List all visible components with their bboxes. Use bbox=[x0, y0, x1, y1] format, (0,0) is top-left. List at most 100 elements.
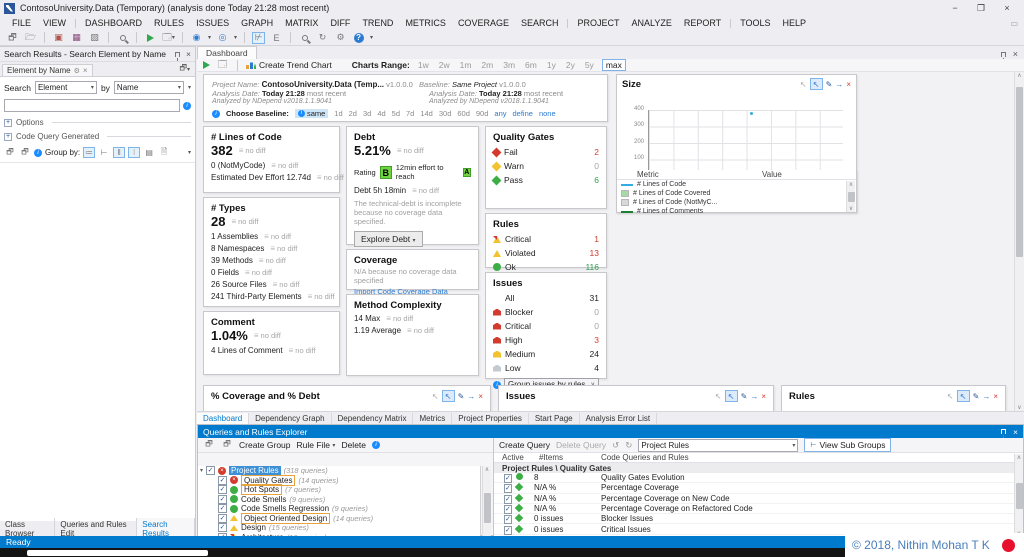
range-1w[interactable]: 1w bbox=[416, 60, 431, 70]
grid-scrollbar[interactable]: ∧∨ bbox=[1014, 454, 1023, 537]
baseline-option-none[interactable]: none bbox=[539, 109, 556, 118]
minimize-button[interactable]: − bbox=[942, 1, 968, 15]
close-chart-icon[interactable]: × bbox=[993, 392, 998, 401]
open-chart-icon[interactable]: → bbox=[750, 392, 758, 401]
open-chart-icon[interactable]: → bbox=[835, 80, 843, 89]
group-toolbar-overflow-icon[interactable]: ▾ bbox=[188, 149, 191, 156]
baseline-option-2d[interactable]: 2d bbox=[349, 109, 357, 118]
redo-icon[interactable]: ↻ bbox=[625, 440, 632, 451]
search-options-chevron-icon[interactable]: ▾ bbox=[188, 84, 191, 91]
group-by-member-icon[interactable]: ⁝ bbox=[128, 147, 140, 158]
tab-close-icon[interactable]: × bbox=[83, 66, 88, 75]
menu-dashboard[interactable]: DASHBOARD bbox=[79, 18, 148, 28]
new-window-icon[interactable]: 🗗 bbox=[6, 32, 19, 44]
checkbox[interactable]: ✓ bbox=[218, 476, 227, 485]
forward-dropdown-icon[interactable]: ▾ bbox=[234, 34, 237, 41]
range-3m[interactable]: 3m bbox=[501, 60, 517, 70]
options-expander-icon[interactable]: + bbox=[4, 119, 12, 127]
checkbox[interactable]: ✓ bbox=[218, 504, 227, 513]
back-dropdown-icon[interactable]: ▾ bbox=[208, 34, 211, 41]
range-max[interactable]: max bbox=[602, 59, 626, 71]
menu-file[interactable]: FILE bbox=[6, 18, 37, 28]
view-sub-groups-button[interactable]: ⊢ View Sub Groups bbox=[804, 438, 891, 452]
run-analysis-icon[interactable] bbox=[203, 61, 210, 69]
menu-coverage[interactable]: COVERAGE bbox=[452, 18, 515, 28]
query-row[interactable]: ✓ N/A % Percentage Coverage on New Code bbox=[494, 494, 1023, 504]
collapse-all-icon[interactable]: 🗗 bbox=[221, 440, 233, 451]
close-document-icon[interactable]: × bbox=[1013, 49, 1018, 59]
create-group-button[interactable]: Create Group bbox=[239, 440, 291, 450]
baseline-option-3d[interactable]: 3d bbox=[363, 109, 371, 118]
checkbox[interactable]: ✓ bbox=[504, 474, 512, 483]
range-2m[interactable]: 2m bbox=[479, 60, 495, 70]
close-button[interactable]: × bbox=[994, 1, 1020, 15]
menu-matrix[interactable]: MATRIX bbox=[279, 18, 324, 28]
rule-file-button[interactable]: Rule File ▾ bbox=[297, 440, 336, 450]
baseline-option-14d[interactable]: 14d bbox=[420, 109, 433, 118]
search-kind-select[interactable]: Element▾ bbox=[35, 81, 97, 94]
scroll-up-icon[interactable]: ∧ bbox=[1017, 72, 1021, 79]
menu-overflow-icon[interactable]: ▭ bbox=[1010, 19, 1018, 28]
forward-icon[interactable]: ◎ bbox=[216, 32, 229, 44]
tab-metrics[interactable]: Metrics bbox=[413, 413, 452, 424]
cursor-icon[interactable]: ↖ bbox=[947, 392, 954, 401]
tab-dependency-matrix[interactable]: Dependency Matrix bbox=[332, 413, 414, 424]
range-1m[interactable]: 1m bbox=[458, 60, 474, 70]
checkbox[interactable]: ✓ bbox=[504, 526, 512, 535]
export-dashboard-icon[interactable]: 🗔 bbox=[216, 59, 229, 71]
queries-edit-mode-icon[interactable]: Ε bbox=[270, 32, 283, 44]
baseline-option-any[interactable]: any bbox=[494, 109, 506, 118]
expand-all-icon[interactable]: 🗗 bbox=[203, 440, 215, 451]
scroll-down-icon[interactable]: ∨ bbox=[1017, 404, 1021, 411]
export-to-doc-icon[interactable]: 🗎 bbox=[158, 147, 170, 158]
legend-scrollbar[interactable]: ∧∨ bbox=[846, 181, 855, 212]
baseline-option-60d[interactable]: 60d bbox=[457, 109, 470, 118]
settings-icon[interactable]: ⚙ bbox=[334, 32, 347, 44]
query-row[interactable]: ✓ 0 issues Blocker Issues bbox=[494, 514, 1023, 524]
run-analysis-icon[interactable] bbox=[144, 32, 157, 44]
pin-icon[interactable] bbox=[1001, 52, 1006, 57]
edit-chart-icon[interactable]: ✎ bbox=[741, 392, 748, 401]
edit-chart-icon[interactable]: ✎ bbox=[458, 392, 465, 401]
cursor-icon[interactable]: ↖ bbox=[800, 80, 807, 89]
range-1y[interactable]: 1y bbox=[545, 60, 558, 70]
baseline-option-4d[interactable]: 4d bbox=[377, 109, 385, 118]
select-mode-icon[interactable]: ↖ bbox=[725, 390, 738, 402]
group-by-type-icon[interactable]: ‖ bbox=[113, 147, 125, 158]
open-chart-icon[interactable]: → bbox=[467, 392, 475, 401]
menu-rules[interactable]: RULES bbox=[148, 18, 190, 28]
search-by-select[interactable]: Name▾ bbox=[114, 81, 184, 94]
refresh-icon[interactable]: ↻ bbox=[316, 32, 329, 44]
group-by-assembly-icon[interactable]: ≔ bbox=[83, 147, 95, 158]
select-mode-icon[interactable]: ↖ bbox=[810, 78, 823, 90]
close-panel-icon[interactable]: × bbox=[1013, 427, 1018, 437]
close-chart-icon[interactable]: × bbox=[846, 80, 851, 89]
range-6m[interactable]: 6m bbox=[523, 60, 539, 70]
export-results-icon[interactable]: 🗗 bbox=[4, 147, 16, 158]
tree-item-hot-spots[interactable]: ✓ Hot Spots (7 queries) bbox=[198, 485, 480, 495]
compare-builds-icon[interactable]: ▦ bbox=[70, 32, 83, 44]
menu-diff[interactable]: DIFF bbox=[324, 18, 356, 28]
checkbox[interactable]: ✓ bbox=[218, 495, 227, 504]
close-panel-icon[interactable]: × bbox=[186, 49, 191, 59]
tab-analysis-error-list[interactable]: Analysis Error List bbox=[580, 413, 657, 424]
undo-icon[interactable]: ↺ bbox=[612, 440, 619, 451]
code-query-expander-icon[interactable]: + bbox=[4, 133, 12, 141]
tab-dependency-graph[interactable]: Dependency Graph bbox=[249, 413, 331, 424]
cursor-icon[interactable]: ↖ bbox=[715, 392, 722, 401]
legend-row[interactable]: # Lines of Comments bbox=[617, 207, 856, 216]
search-file-icon[interactable] bbox=[116, 32, 129, 44]
tab-start-page[interactable]: Start Page bbox=[529, 413, 580, 424]
taskbar-search-box[interactable] bbox=[27, 550, 208, 556]
close-chart-icon[interactable]: × bbox=[761, 392, 766, 401]
back-icon[interactable]: ◉ bbox=[190, 32, 203, 44]
cancel-analysis-icon[interactable]: ▨ bbox=[88, 32, 101, 44]
group-by-namespace-icon[interactable]: ⊢ bbox=[98, 147, 110, 158]
menu-view[interactable]: VIEW bbox=[37, 18, 72, 28]
menu-tools[interactable]: TOOLS bbox=[734, 18, 776, 28]
query-row[interactable]: ✓ N/A % Percentage Coverage on Refactore… bbox=[494, 504, 1023, 514]
attach-process-icon[interactable]: ▣ bbox=[52, 32, 65, 44]
create-query-button[interactable]: Create Query bbox=[499, 440, 550, 450]
baseline-option-same[interactable]: i same bbox=[295, 109, 328, 118]
menu-project[interactable]: PROJECT bbox=[571, 18, 625, 28]
